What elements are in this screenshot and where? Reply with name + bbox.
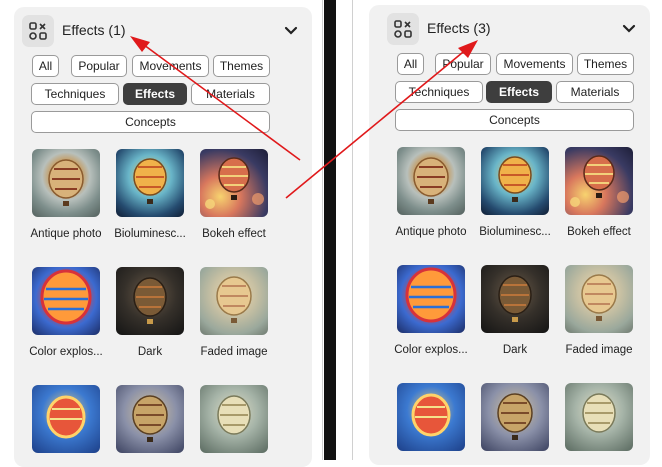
- annotation-arrow-right: [285, 40, 478, 199]
- annotation-arrow-left: [130, 36, 301, 161]
- annotation-arrows: [130, 36, 478, 199]
